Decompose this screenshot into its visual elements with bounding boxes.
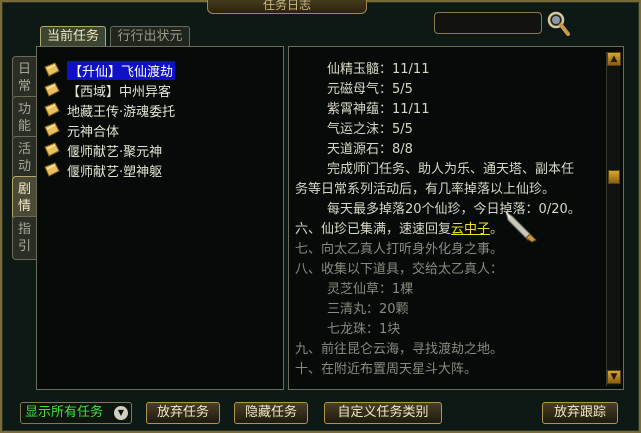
sword-cursor-icon bbox=[505, 210, 537, 243]
quest-scroll-icon bbox=[44, 122, 60, 137]
scroll-thumb[interactable] bbox=[608, 170, 620, 184]
quest-scroll-icon bbox=[44, 142, 60, 157]
detail-step-current: 六、仙珍已集满，速速回复云中子。 bbox=[295, 221, 503, 238]
detail-item-line: 仙精玉髓：11/11 bbox=[327, 62, 430, 77]
quest-label: 元神合体 bbox=[67, 124, 120, 140]
quest-scroll-icon bbox=[44, 162, 60, 177]
stop-tracking-button[interactable]: 放弃跟踪 bbox=[542, 402, 618, 424]
side-tab-guide[interactable]: 指引 bbox=[12, 216, 36, 260]
scroll-up-arrow-icon[interactable]: ▲ bbox=[607, 52, 621, 66]
side-tab-activity[interactable]: 活动 bbox=[12, 136, 36, 180]
quest-list-item[interactable]: 偃师献艺·聚元神 bbox=[43, 141, 163, 160]
quest-list-item[interactable]: 偃师献艺·塑神躯 bbox=[43, 161, 163, 180]
detail-item-line: 气运之沫：5/5 bbox=[327, 122, 413, 137]
magnifier-icon[interactable] bbox=[546, 10, 570, 36]
footer-bar: 显示所有任务 ▼ 放弃任务 隐藏任务 自定义任务类别 放弃跟踪 bbox=[2, 396, 641, 432]
quest-list-item[interactable]: 元神合体 bbox=[43, 121, 120, 140]
detail-item-line: 元磁母气：5/5 bbox=[327, 82, 413, 97]
custom-category-button[interactable]: 自定义任务类别 bbox=[324, 402, 442, 424]
quest-label: 偃师献艺·塑神躯 bbox=[67, 164, 163, 180]
quest-list-item[interactable]: 地藏王传·游魂委托 bbox=[43, 101, 176, 120]
search-input[interactable] bbox=[434, 12, 542, 34]
detail-description: 每天最多掉落20个仙珍，今日掉落：0/20。 bbox=[327, 202, 581, 217]
detail-step: 七、向太乙真人打听身外化身之事。 bbox=[295, 242, 504, 257]
step-text: 六、仙珍已集满，速速回复 bbox=[295, 222, 452, 237]
quest-detail-panel: 仙精玉髓：11/11 元磁母气：5/5 紫霄神蕴：11/11 气运之沫：5/5 … bbox=[288, 46, 624, 390]
filter-label: 显示所有任务 bbox=[25, 405, 104, 420]
quest-scroll-icon bbox=[44, 102, 60, 117]
quest-label: 地藏王传·游魂委托 bbox=[67, 104, 176, 120]
scroll-down-arrow-icon[interactable]: ▼ bbox=[607, 370, 621, 384]
abandon-quest-button[interactable]: 放弃任务 bbox=[146, 402, 220, 424]
hide-quest-button[interactable]: 隐藏任务 bbox=[234, 402, 308, 424]
detail-step-item: 灵芝仙草：1棵 bbox=[327, 282, 414, 297]
detail-step-item: 七龙珠：1块 bbox=[327, 322, 401, 337]
chevron-down-icon[interactable]: ▼ bbox=[114, 406, 128, 420]
detail-item-line: 天道源石：8/8 bbox=[327, 142, 413, 157]
detail-description: 完成师门任务、助人为乐、通天塔、副本任 bbox=[327, 162, 575, 177]
detail-step-item: 三清丸：20颗 bbox=[327, 302, 409, 317]
quest-label: 【西域】中州异客 bbox=[67, 84, 172, 100]
detail-step: 八、收集以下道具，交给太乙真人： bbox=[295, 262, 504, 277]
side-tab-daily[interactable]: 日常 bbox=[12, 56, 36, 100]
quest-list-item[interactable]: 【西域】中州异客 bbox=[43, 81, 172, 100]
quest-label: 偃师献艺·聚元神 bbox=[67, 144, 163, 160]
quest-label: 【升仙】飞仙渡劫 bbox=[67, 60, 176, 80]
quest-scroll-icon bbox=[44, 62, 60, 77]
side-tab-function[interactable]: 功能 bbox=[12, 96, 36, 140]
detail-step: 九、前往昆仑云海，寻找渡劫之地。 bbox=[295, 342, 504, 357]
quest-scroll-icon bbox=[44, 82, 60, 97]
detail-scrollbar[interactable]: ▲ ▼ bbox=[606, 52, 621, 386]
quest-list-panel: 【升仙】飞仙渡劫 【西域】中州异客 地藏王传·游魂委托 元神合体 偃师献艺·聚元… bbox=[36, 46, 284, 390]
npc-link[interactable]: 云中子 bbox=[451, 222, 490, 237]
detail-description: 务等日常系列活动后，有几率掉落以上仙珍。 bbox=[295, 182, 556, 197]
tab-profession[interactable]: 行行出状元 bbox=[110, 26, 190, 46]
tab-current-quests[interactable]: 当前任务 bbox=[40, 26, 106, 46]
detail-step: 十、在附近布置周天星斗大阵。 bbox=[295, 362, 478, 377]
quest-list-item[interactable]: 【升仙】飞仙渡劫 bbox=[43, 60, 176, 80]
window-title: 任务日志 bbox=[207, 0, 367, 14]
detail-item-line: 紫霄神蕴：11/11 bbox=[327, 102, 430, 117]
side-tab-story[interactable]: 剧情 bbox=[12, 176, 36, 220]
quest-filter-select[interactable]: 显示所有任务 ▼ bbox=[20, 402, 132, 424]
quest-log-window: 任务日志 当前任务 行行出状元 日常 功能 活动 剧情 指引 【升仙】飞仙渡劫 … bbox=[0, 0, 641, 433]
